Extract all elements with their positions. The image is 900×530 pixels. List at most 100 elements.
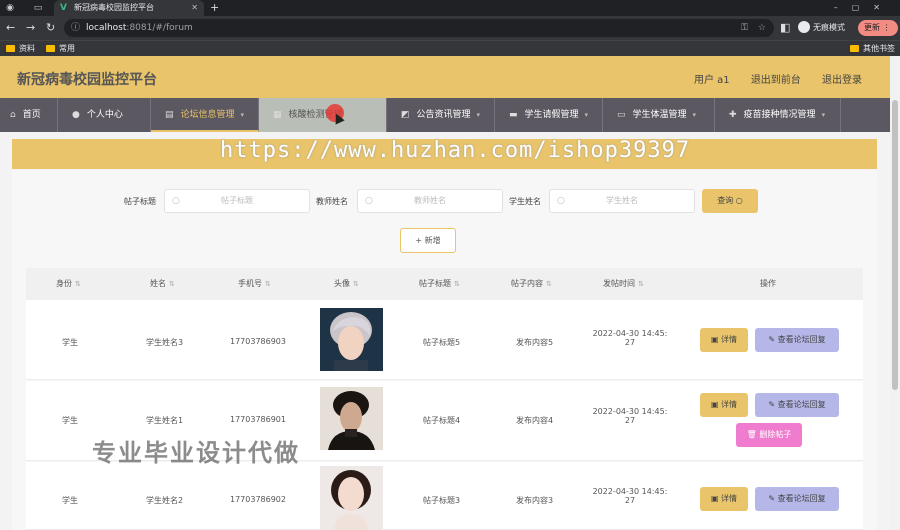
- browser-tab[interactable]: V 新冠病毒校园监控平台 ✕: [54, 0, 204, 16]
- post-title-input[interactable]: ○ 帖子标题: [164, 189, 310, 213]
- menu-item-forum[interactable]: ▤ 论坛信息管理 ▾: [151, 98, 259, 132]
- cell-phone: 17703786903: [230, 337, 286, 346]
- student-name-label: 学生姓名: [509, 197, 541, 206]
- key-icon[interactable]: ⚿: [741, 19, 748, 37]
- bookmark-folder-other[interactable]: 其他书签: [850, 42, 895, 56]
- header-text: 身份: [56, 279, 72, 288]
- menu-label: 学生体温管理: [632, 110, 687, 120]
- time-line-2: 27: [624, 496, 636, 505]
- url-field[interactable]: ⓘ localhost:8081/#/forum ⚿ ☆: [64, 19, 774, 37]
- cell-post-content: 发布内容4: [516, 416, 554, 425]
- placeholder: 学生姓名: [606, 196, 638, 205]
- col-post-title[interactable]: 帖子标题 ⇅: [419, 278, 460, 289]
- student-name-input[interactable]: ○ 学生姓名: [549, 189, 695, 213]
- forum-icon: ▤: [165, 110, 174, 120]
- incognito-icon: [798, 21, 810, 33]
- cell-post-time: 2022-04-30 14:45: 27: [590, 407, 670, 425]
- col-name[interactable]: 姓名 ⇅: [150, 278, 175, 289]
- menu-item-nucleic-test[interactable]: ▦ 核酸检测管理 ▾: [259, 98, 387, 132]
- sort-icon: ⇅: [265, 280, 271, 288]
- menu-item-profile[interactable]: ● 个人中心: [58, 98, 151, 132]
- sort-icon: ⇅: [454, 280, 460, 288]
- vaccine-icon: ✚: [729, 110, 737, 120]
- scrollbar-thumb[interactable]: [892, 100, 898, 390]
- incognito-indicator[interactable]: 无痕模式: [798, 19, 845, 37]
- avatar-photo: [320, 308, 383, 371]
- menu-item-notice[interactable]: ◩ 公告资讯管理 ▾: [387, 98, 495, 132]
- col-actions: 操作: [760, 279, 776, 288]
- menu-item-vaccine[interactable]: ✚ 疫苗接种情况管理 ▾: [715, 98, 841, 132]
- chevron-down-icon: ▾: [476, 111, 481, 119]
- main-menu: ⌂ 首页 ● 个人中心 ▤ 论坛信息管理 ▾ ▦ 核酸检测管理 ▾ ◩ 公告资讯管理 ▾ ▬ 学生…: [0, 98, 890, 132]
- col-avatar[interactable]: 头像 ⇅: [334, 278, 359, 289]
- close-tab-icon[interactable]: ✕: [191, 0, 198, 16]
- view-reply-button[interactable]: ✎ 查看论坛回复: [755, 328, 839, 352]
- view-reply-button[interactable]: ✎ 查看论坛回复: [755, 487, 839, 511]
- reload-icon[interactable]: ↻: [46, 20, 55, 36]
- update-button[interactable]: 更新 ⋮: [858, 20, 898, 36]
- view-reply-button[interactable]: ✎ 查看论坛回复: [755, 393, 839, 417]
- detail-button[interactable]: ▣ 详情: [700, 328, 748, 352]
- col-phone[interactable]: 手机号 ⇅: [238, 278, 271, 289]
- bookmark-label: 其他书签: [863, 44, 895, 53]
- front-link[interactable]: 退出到前台: [751, 75, 801, 86]
- add-label: 新增: [424, 236, 441, 245]
- url-host: localhost: [86, 23, 127, 33]
- avatar: [320, 466, 383, 530]
- reply-label: 查看论坛回复: [777, 400, 826, 409]
- incognito-label: 无痕模式: [813, 23, 845, 32]
- cell-name: 学生姓名2: [146, 496, 184, 505]
- chevron-down-icon: ▾: [692, 111, 697, 119]
- detail-label: 详情: [721, 494, 738, 503]
- header-text: 帖子标题: [419, 279, 451, 288]
- cell-post-title: 帖子标题5: [423, 338, 461, 347]
- detail-button[interactable]: ▣ 详情: [700, 393, 748, 417]
- cell-role: 学生: [62, 338, 78, 347]
- menu-item-leave[interactable]: ▬ 学生请假管理 ▾: [495, 98, 603, 132]
- menu-label: 学生请假管理: [524, 110, 579, 120]
- reply-label: 查看论坛回复: [777, 494, 826, 503]
- bookmark-folder-1[interactable]: 资料: [6, 42, 35, 56]
- menu-label: 疫苗接种情况管理: [743, 110, 816, 120]
- bookmark-star-icon[interactable]: ☆: [758, 19, 766, 37]
- side-panel-icon[interactable]: ◧: [780, 20, 790, 36]
- menu-label: 个人中心: [86, 110, 123, 120]
- edit-icon: ✎: [768, 335, 776, 344]
- user-icon: ●: [72, 110, 80, 120]
- col-post-time[interactable]: 发帖时间 ⇅: [603, 278, 644, 289]
- notice-icon: ◩: [401, 110, 410, 120]
- sort-icon: ⇅: [169, 280, 175, 288]
- cell-post-time: 2022-04-30 14:45: 27: [590, 329, 670, 347]
- logout-link[interactable]: 退出登录: [822, 75, 862, 86]
- search-icon: ○: [172, 196, 180, 206]
- detail-icon: ▣: [710, 400, 719, 409]
- col-role[interactable]: 身份 ⇅: [56, 278, 81, 289]
- bookmark-folder-2[interactable]: 常用: [46, 42, 75, 56]
- query-button[interactable]: 查询 ○: [702, 189, 758, 213]
- menu-item-home[interactable]: ⌂ 首页: [0, 98, 58, 132]
- forward-icon[interactable]: →: [26, 20, 35, 36]
- cell-name: 学生姓名3: [146, 338, 184, 347]
- browser-menu-icon[interactable]: ◉: [4, 2, 16, 14]
- menu-item-temperature[interactable]: ▭ 学生体温管理 ▾: [603, 98, 715, 132]
- delete-post-button[interactable]: 🗑 删除帖子: [736, 423, 802, 447]
- tab-search-icon[interactable]: ▭: [32, 2, 44, 14]
- cell-role: 学生: [62, 416, 78, 425]
- cell-post-content: 发布内容3: [516, 496, 554, 505]
- cell-post-content: 发布内容5: [516, 338, 554, 347]
- avatar-photo: [320, 387, 383, 450]
- detail-button[interactable]: ▣ 详情: [700, 487, 748, 511]
- watermark-text: https://www.huzhan.com/ishop39397: [220, 138, 691, 163]
- sort-icon: ⇅: [353, 280, 359, 288]
- teacher-name-input[interactable]: ○ 教师姓名: [357, 189, 503, 213]
- window-controls[interactable]: –▢✕: [834, 0, 894, 16]
- sort-icon: ⇅: [546, 280, 552, 288]
- add-button[interactable]: + 新增: [400, 228, 456, 253]
- time-line-1: 2022-04-30 14:45:: [592, 329, 668, 338]
- site-info-icon[interactable]: ⓘ: [71, 19, 80, 37]
- col-post-content[interactable]: 帖子内容 ⇅: [511, 278, 552, 289]
- detail-label: 详情: [721, 335, 738, 344]
- chevron-down-icon: ▾: [348, 111, 353, 119]
- new-tab-icon[interactable]: +: [210, 0, 219, 16]
- back-icon[interactable]: ←: [6, 20, 15, 36]
